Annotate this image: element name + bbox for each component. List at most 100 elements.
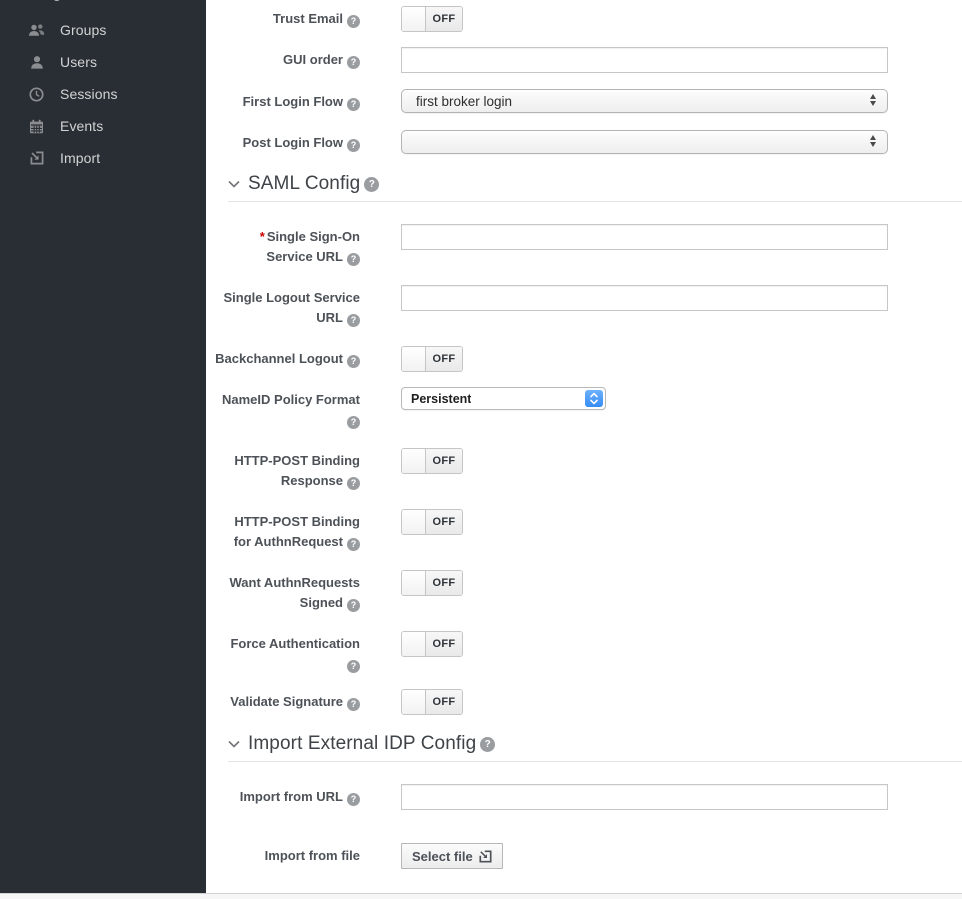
help-icon[interactable]: ? bbox=[480, 737, 495, 752]
sidebar-item-label: Sessions bbox=[60, 86, 118, 102]
first-login-flow-label: First Login Flow? bbox=[214, 89, 360, 112]
help-icon[interactable]: ? bbox=[347, 538, 360, 551]
import-url-row: Import from URL? bbox=[214, 784, 962, 810]
gui-order-row: GUI order? bbox=[214, 47, 962, 73]
help-icon[interactable]: ? bbox=[347, 660, 360, 673]
sidebar-item-import[interactable]: Import bbox=[0, 142, 206, 174]
sidebar-section-label-partial: Manage bbox=[18, 0, 69, 1]
help-icon[interactable]: ? bbox=[347, 416, 360, 429]
force-auth-row: Force Authentication? OFF bbox=[214, 631, 962, 674]
sso-url-row: *Single Sign-On Service URL? bbox=[214, 224, 962, 267]
post-login-flow-select[interactable] bbox=[401, 130, 888, 154]
help-icon[interactable]: ? bbox=[347, 698, 360, 711]
http-post-authn-row: HTTP-POST Binding for AuthnRequest? OFF bbox=[214, 509, 962, 552]
sso-url-input[interactable] bbox=[401, 224, 888, 250]
import-file-icon bbox=[479, 850, 492, 863]
slo-url-input[interactable] bbox=[401, 285, 888, 311]
help-icon[interactable]: ? bbox=[347, 253, 360, 266]
trust-email-row: Trust Email? OFF bbox=[214, 6, 962, 32]
sidebar-item-label: Groups bbox=[60, 22, 107, 38]
toggle-handle bbox=[402, 632, 426, 656]
backchannel-logout-toggle[interactable]: OFF bbox=[401, 346, 463, 372]
idp-settings-form: Trust Email? OFF GUI order? First Login … bbox=[206, 0, 962, 893]
toggle-off-label: OFF bbox=[426, 571, 462, 595]
slo-url-label: Single Logout Service URL? bbox=[214, 285, 360, 328]
validate-signature-toggle[interactable]: OFF bbox=[401, 689, 463, 715]
page-bottom-divider bbox=[0, 893, 962, 899]
toggle-off-label: OFF bbox=[426, 632, 462, 656]
http-post-response-row: HTTP-POST Binding Response? OFF bbox=[214, 448, 962, 491]
sidebar-item-label: Events bbox=[60, 118, 103, 134]
trust-email-label: Trust Email? bbox=[214, 6, 360, 29]
sidebar-item-label: Import bbox=[60, 150, 100, 166]
force-auth-toggle[interactable]: OFF bbox=[401, 631, 463, 657]
want-authn-signed-row: Want AuthnRequests Signed? OFF bbox=[214, 570, 962, 613]
sidebar-item-groups[interactable]: Groups bbox=[0, 14, 206, 46]
first-login-flow-row: First Login Flow? first broker login bbox=[214, 89, 962, 113]
validate-signature-label: Validate Signature? bbox=[214, 689, 360, 712]
keycloak-idp-settings-page: Manage Groups bbox=[0, 0, 962, 899]
toggle-handle bbox=[402, 690, 426, 714]
toggle-off-label: OFF bbox=[426, 7, 462, 31]
import-url-input[interactable] bbox=[401, 784, 888, 810]
selected-value: first broker login bbox=[416, 94, 512, 109]
http-post-response-label: HTTP-POST Binding Response? bbox=[214, 448, 360, 491]
section-title: Import External IDP Config bbox=[248, 733, 476, 755]
section-title: SAML Config bbox=[248, 173, 360, 195]
gui-order-label: GUI order? bbox=[214, 47, 360, 70]
groups-icon bbox=[28, 22, 45, 38]
clock-icon bbox=[28, 86, 45, 102]
select-stepper-icon bbox=[870, 94, 876, 106]
select-chevrons-icon bbox=[585, 390, 603, 407]
sidebar-item-label: Users bbox=[60, 54, 97, 70]
sidebar-item-users[interactable]: Users bbox=[0, 46, 206, 78]
select-file-button[interactable]: Select file bbox=[401, 843, 503, 869]
import-file-row: Import from file Select file bbox=[214, 843, 962, 869]
saml-config-section-header[interactable]: SAML Config ? bbox=[228, 173, 962, 202]
selected-value: Persistent bbox=[411, 392, 471, 406]
help-icon[interactable]: ? bbox=[347, 139, 360, 152]
sidebar-item-sessions[interactable]: Sessions bbox=[0, 78, 206, 110]
nameid-policy-select[interactable]: Persistent bbox=[401, 387, 606, 410]
http-post-response-toggle[interactable]: OFF bbox=[401, 448, 463, 474]
toggle-off-label: OFF bbox=[426, 347, 462, 371]
backchannel-logout-row: Backchannel Logout? OFF bbox=[214, 346, 962, 372]
http-post-authn-toggle[interactable]: OFF bbox=[401, 509, 463, 535]
trust-email-toggle[interactable]: OFF bbox=[401, 6, 463, 32]
help-icon[interactable]: ? bbox=[347, 15, 360, 28]
help-icon[interactable]: ? bbox=[347, 98, 360, 111]
want-authn-signed-toggle[interactable]: OFF bbox=[401, 570, 463, 596]
help-icon[interactable]: ? bbox=[347, 314, 360, 327]
toggle-handle bbox=[402, 449, 426, 473]
nameid-policy-label: NameID Policy Format ? bbox=[214, 387, 360, 430]
help-icon[interactable]: ? bbox=[347, 599, 360, 612]
toggle-handle bbox=[402, 510, 426, 534]
chevron-down-icon bbox=[228, 180, 240, 188]
post-login-flow-row: Post Login Flow? bbox=[214, 130, 962, 154]
validate-signature-row: Validate Signature? OFF bbox=[214, 689, 962, 715]
import-url-label: Import from URL? bbox=[214, 784, 360, 807]
import-idp-section-header[interactable]: Import External IDP Config ? bbox=[228, 733, 962, 762]
help-icon[interactable]: ? bbox=[364, 177, 379, 192]
want-authn-signed-label: Want AuthnRequests Signed? bbox=[214, 570, 360, 613]
help-icon[interactable]: ? bbox=[347, 56, 360, 69]
sidebar-nav: Manage Groups bbox=[0, 0, 206, 893]
import-file-label: Import from file bbox=[214, 843, 360, 866]
user-icon bbox=[28, 54, 45, 70]
nameid-policy-row: NameID Policy Format ? Persistent bbox=[214, 387, 962, 430]
calendar-icon bbox=[28, 118, 45, 134]
select-file-button-label: Select file bbox=[412, 849, 473, 864]
slo-url-row: Single Logout Service URL? bbox=[214, 285, 962, 328]
help-icon[interactable]: ? bbox=[347, 793, 360, 806]
gui-order-input[interactable] bbox=[401, 47, 888, 73]
select-stepper-icon bbox=[870, 135, 876, 147]
first-login-flow-select[interactable]: first broker login bbox=[401, 89, 888, 113]
chevron-down-icon bbox=[228, 740, 240, 748]
help-icon[interactable]: ? bbox=[347, 477, 360, 490]
help-icon[interactable]: ? bbox=[347, 355, 360, 368]
toggle-off-label: OFF bbox=[426, 510, 462, 534]
required-indicator: * bbox=[260, 229, 265, 244]
sidebar-item-events[interactable]: Events bbox=[0, 110, 206, 142]
toggle-handle bbox=[402, 347, 426, 371]
toggle-off-label: OFF bbox=[426, 690, 462, 714]
